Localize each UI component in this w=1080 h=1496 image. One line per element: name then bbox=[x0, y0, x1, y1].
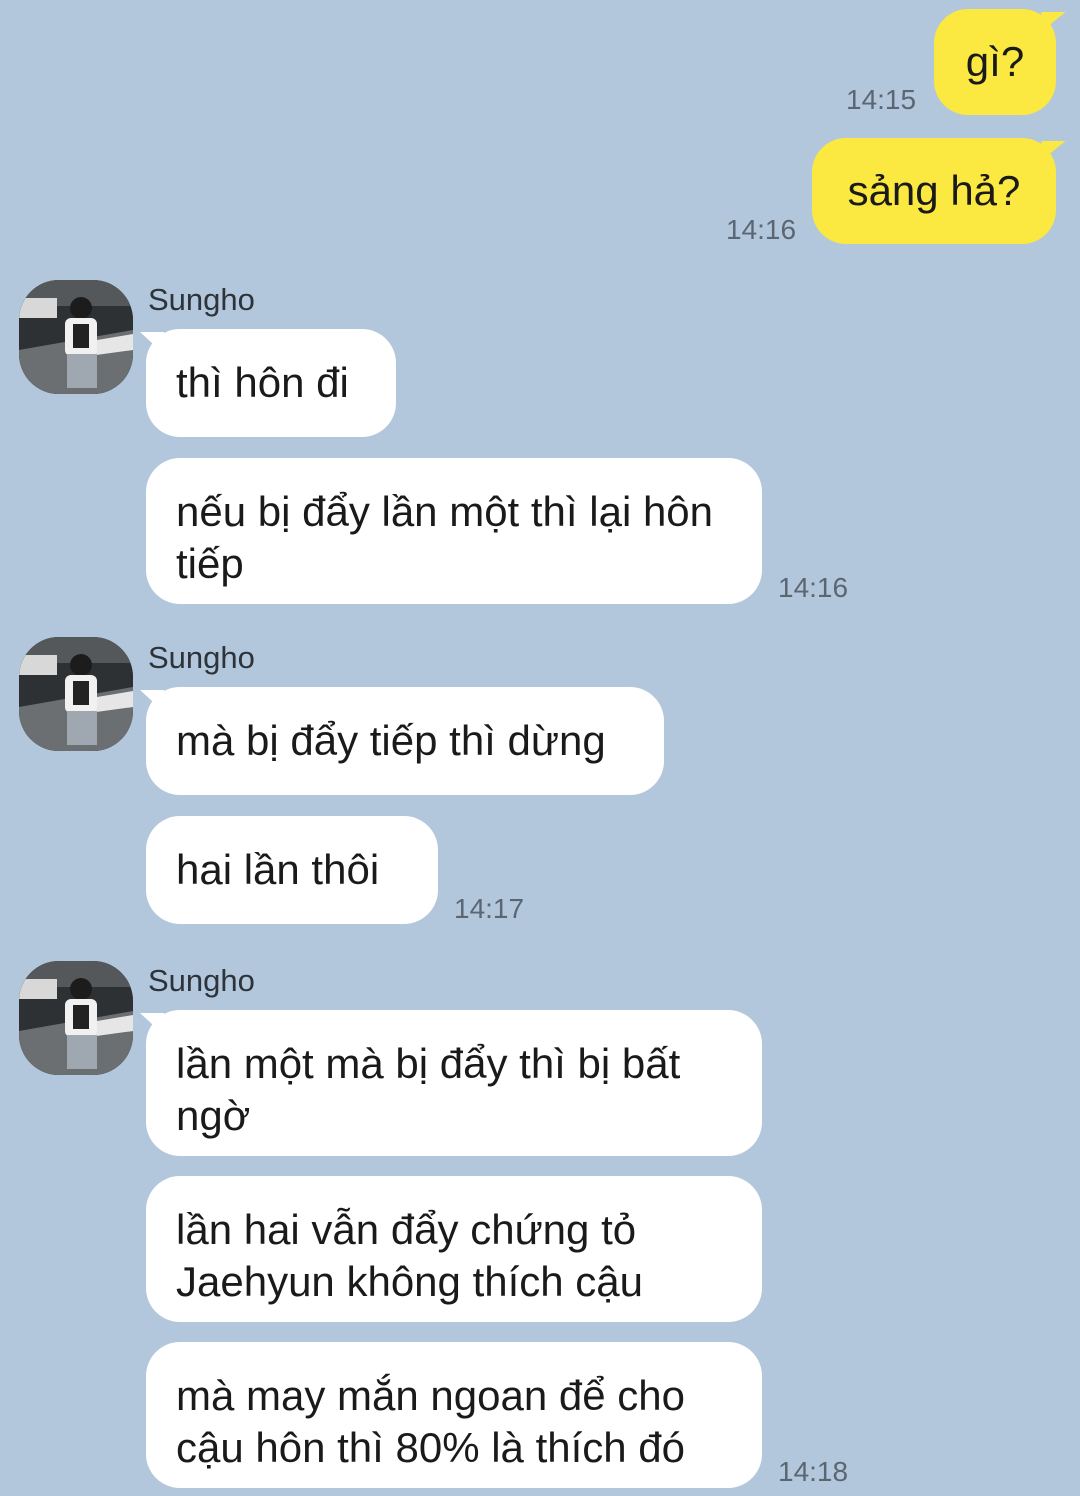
outgoing-message[interactable]: sảng hả? bbox=[812, 138, 1056, 244]
profile-photo-icon bbox=[19, 961, 133, 1075]
incoming-message[interactable]: hai lần thôi bbox=[146, 816, 438, 924]
incoming-message[interactable]: lần hai vẫn đẩy chứng tỏ Jaehyun không t… bbox=[146, 1176, 762, 1322]
message-text: nếu bị đẩy lần một thì lại hôn tiếp bbox=[176, 488, 714, 587]
message-text: sảng hả? bbox=[847, 167, 1021, 214]
timestamp: 14:16 bbox=[778, 572, 849, 603]
incoming-message[interactable]: mà bị đẩy tiếp thì dừng bbox=[146, 687, 664, 795]
incoming-message[interactable]: mà may mắn ngoan để cho cậu hôn thì 80% … bbox=[146, 1342, 762, 1488]
sender-name: Sungho bbox=[148, 963, 255, 998]
avatar[interactable] bbox=[19, 280, 133, 394]
message-text: lần một mà bị đẩy thì bị bất ngờ bbox=[176, 1040, 681, 1139]
profile-photo-icon bbox=[19, 637, 133, 751]
profile-photo-icon bbox=[19, 280, 133, 394]
sender-name: Sungho bbox=[148, 282, 255, 317]
chat-thread[interactable]: gì? 14:15 sảng hả? 14:16 Sungho thì hôn … bbox=[0, 0, 1080, 1496]
incoming-message[interactable]: thì hôn đi bbox=[146, 329, 396, 437]
message-text: mà may mắn ngoan để cho cậu hôn thì 80% … bbox=[176, 1372, 686, 1471]
message-text: mà bị đẩy tiếp thì dừng bbox=[176, 717, 606, 764]
incoming-message[interactable]: nếu bị đẩy lần một thì lại hôn tiếp bbox=[146, 458, 762, 604]
message-text: gì? bbox=[965, 38, 1025, 85]
timestamp: 14:15 bbox=[846, 84, 917, 115]
message-text: lần hai vẫn đẩy chứng tỏ Jaehyun không t… bbox=[176, 1206, 644, 1305]
timestamp: 14:17 bbox=[454, 893, 525, 924]
avatar[interactable] bbox=[19, 637, 133, 751]
outgoing-message[interactable]: gì? bbox=[934, 9, 1056, 115]
incoming-message[interactable]: lần một mà bị đẩy thì bị bất ngờ bbox=[146, 1010, 762, 1156]
sender-name: Sungho bbox=[148, 640, 255, 675]
timestamp: 14:18 bbox=[778, 1456, 849, 1487]
avatar[interactable] bbox=[19, 961, 133, 1075]
timestamp: 14:16 bbox=[726, 214, 797, 245]
message-text: hai lần thôi bbox=[176, 846, 380, 893]
message-text: thì hôn đi bbox=[176, 359, 349, 406]
